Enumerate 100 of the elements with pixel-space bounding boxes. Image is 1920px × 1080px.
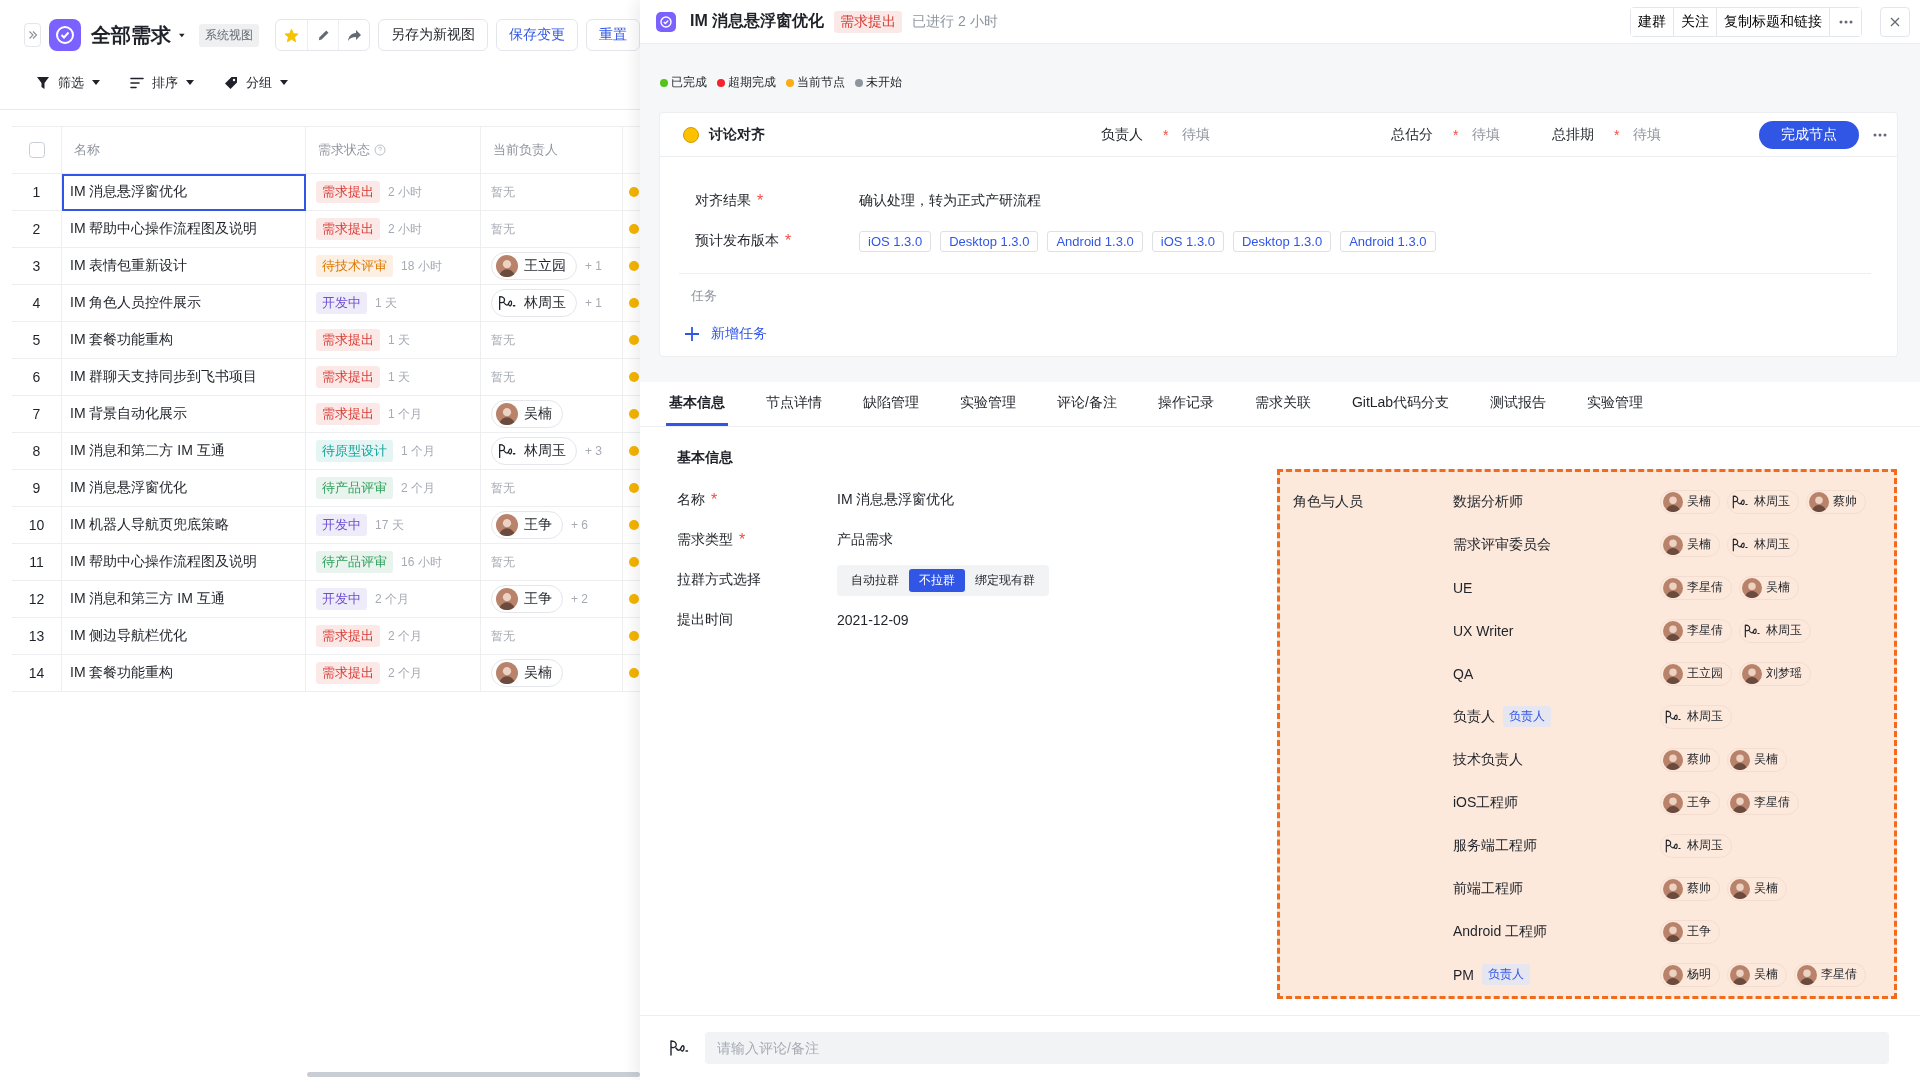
extra-count: + 1 [585, 259, 602, 273]
comment-field[interactable]: 请输入评论/备注 [705, 1032, 1889, 1064]
role-name: Android 工程师 [1453, 922, 1548, 941]
add-task-button[interactable]: 新增任务 [679, 322, 767, 346]
tab[interactable]: 节点详情 [763, 382, 825, 426]
row-number: 11 [29, 554, 44, 570]
extra-count: + 6 [571, 518, 588, 532]
view-action-button[interactable]: 重置 [586, 19, 640, 51]
person-name: 吴楠 [1766, 579, 1790, 596]
name-cell[interactable]: IM 消息和第二方 IM 互通 [62, 433, 306, 470]
column-header: 当前负责人 [493, 141, 558, 159]
legend-label: 已完成 [671, 74, 707, 91]
filter-icon [36, 75, 50, 90]
empty-owner: 暂无 [491, 331, 515, 349]
caret-icon [92, 80, 100, 85]
elapsed-time: 1 天 [388, 368, 410, 386]
required-mark: * [785, 232, 792, 250]
view-action-button[interactable]: 另存为新视图 [378, 19, 488, 51]
column-header: 需求状态 [318, 141, 370, 159]
role-name: UX Writer [1453, 622, 1514, 639]
role-name: 技术负责人 [1453, 750, 1523, 769]
person-name: 刘梦瑶 [1766, 665, 1802, 682]
version-tag: Android 1.3.0 [1047, 230, 1143, 252]
name-cell[interactable]: IM 帮助中心操作流程图及说明 [62, 211, 306, 248]
horizontal-scrollbar[interactable] [307, 1072, 640, 1077]
progress-dot [629, 668, 639, 678]
role-name: iOS工程师 [1453, 793, 1519, 812]
person-name: 李星倩 [1687, 622, 1723, 639]
view-badge: 系统视图 [199, 23, 259, 47]
row-number: 10 [28, 517, 45, 533]
caret-icon [186, 80, 194, 85]
view-action-button[interactable]: 保存变更 [496, 19, 578, 51]
progress-dot [629, 335, 639, 345]
person-name: 蔡帅 [1687, 880, 1711, 897]
tab[interactable]: 操作记录 [1154, 382, 1217, 426]
version-tag: iOS 1.3.0 [859, 230, 932, 252]
close-button[interactable] [1880, 6, 1910, 37]
name-cell[interactable]: IM 套餐功能重构 [62, 322, 306, 359]
tab[interactable]: 实验管理 [1584, 382, 1647, 426]
filter-button[interactable]: 筛选 [36, 73, 100, 92]
name-cell[interactable]: IM 侧边导航栏优化 [62, 618, 306, 655]
name-cell[interactable]: IM 消息悬浮窗优化 [62, 470, 306, 507]
detail-title: IM 消息悬浮窗优化 [690, 11, 825, 31]
person-name: 王争 [1687, 923, 1711, 940]
name-cell[interactable]: IM 套餐功能重构 [62, 655, 306, 692]
field-label: 对齐结果 [695, 192, 751, 210]
row-number: 6 [32, 369, 41, 385]
group-button[interactable]: 分组 [224, 73, 288, 92]
name-cell[interactable]: IM 表情包重新设计 [62, 248, 306, 285]
segment-option[interactable]: 自动拉群 [841, 568, 909, 592]
column-header: 名称 [74, 141, 100, 159]
field-label: 拉群方式选择 [677, 571, 761, 589]
row-number: 9 [32, 480, 41, 496]
row-number: 12 [28, 591, 45, 607]
select-all-checkbox[interactable] [28, 142, 45, 158]
person-name: 吴楠 [1754, 880, 1778, 897]
complete-node-button[interactable]: 完成节点 [1759, 120, 1859, 149]
name-cell[interactable]: IM 角色人员控件展示 [62, 285, 306, 322]
field-label: 名称 [677, 491, 705, 509]
tab[interactable]: GitLab代码分支 [1348, 382, 1453, 426]
name-cell[interactable]: IM 消息悬浮窗优化 [62, 174, 306, 211]
name-cell[interactable]: IM 帮助中心操作流程图及说明 [62, 544, 306, 581]
role-name: 需求评审委员会 [1453, 535, 1551, 554]
caret-icon [280, 80, 288, 85]
progress-dot [629, 520, 639, 530]
role-name: PM [1453, 966, 1474, 983]
name-cell[interactable]: IM 消息和第三方 IM 互通 [62, 581, 306, 618]
segment-option[interactable]: 不拉群 [909, 568, 965, 592]
section-title: 基本信息 [677, 449, 734, 467]
name-cell[interactable]: IM 背景自动化展示 [62, 396, 306, 433]
tab[interactable]: 测试报告 [1487, 382, 1550, 426]
tab[interactable]: 需求关联 [1251, 382, 1314, 426]
name-cell[interactable]: IM 群聊天支持同步到飞书项目 [62, 359, 306, 396]
tab[interactable]: 实验管理 [957, 382, 1019, 426]
version-tag: Desktop 1.3.0 [1232, 230, 1332, 252]
status-tag: 待产品评审 [316, 477, 393, 499]
person-name: 林周玉 [1754, 493, 1790, 510]
version-tag: Desktop 1.3.0 [940, 230, 1039, 252]
more-icon [1838, 19, 1853, 24]
elapsed-time: 18 小时 [401, 257, 442, 275]
status-tag: 需求提出 [316, 218, 380, 240]
progress-dot [629, 557, 639, 567]
role-name: QA [1453, 665, 1474, 682]
role-name: 数据分析师 [1453, 492, 1523, 511]
more-button[interactable] [1873, 132, 1889, 137]
tab[interactable]: 缺陷管理 [860, 382, 922, 426]
node-name: 讨论对齐 [709, 125, 765, 144]
expand-sidebar-button[interactable] [24, 23, 42, 47]
name-cell[interactable]: IM 机器人导航页兜底策略 [62, 507, 306, 544]
sort-button[interactable]: 排序 [130, 73, 194, 92]
row-number: 1 [32, 184, 41, 200]
share-arrow-icon [346, 28, 362, 42]
person-name: 吴楠 [1754, 966, 1778, 983]
field-value: IM 消息悬浮窗优化 [837, 491, 955, 509]
double-chevron-icon [27, 30, 38, 40]
row-number: 4 [32, 295, 41, 311]
segment-option[interactable]: 绑定现有群 [965, 568, 1045, 592]
elapsed-time: 1 个月 [401, 442, 435, 460]
elapsed-time: 2 个月 [388, 664, 422, 682]
tab[interactable]: 评论/备注 [1054, 382, 1120, 426]
